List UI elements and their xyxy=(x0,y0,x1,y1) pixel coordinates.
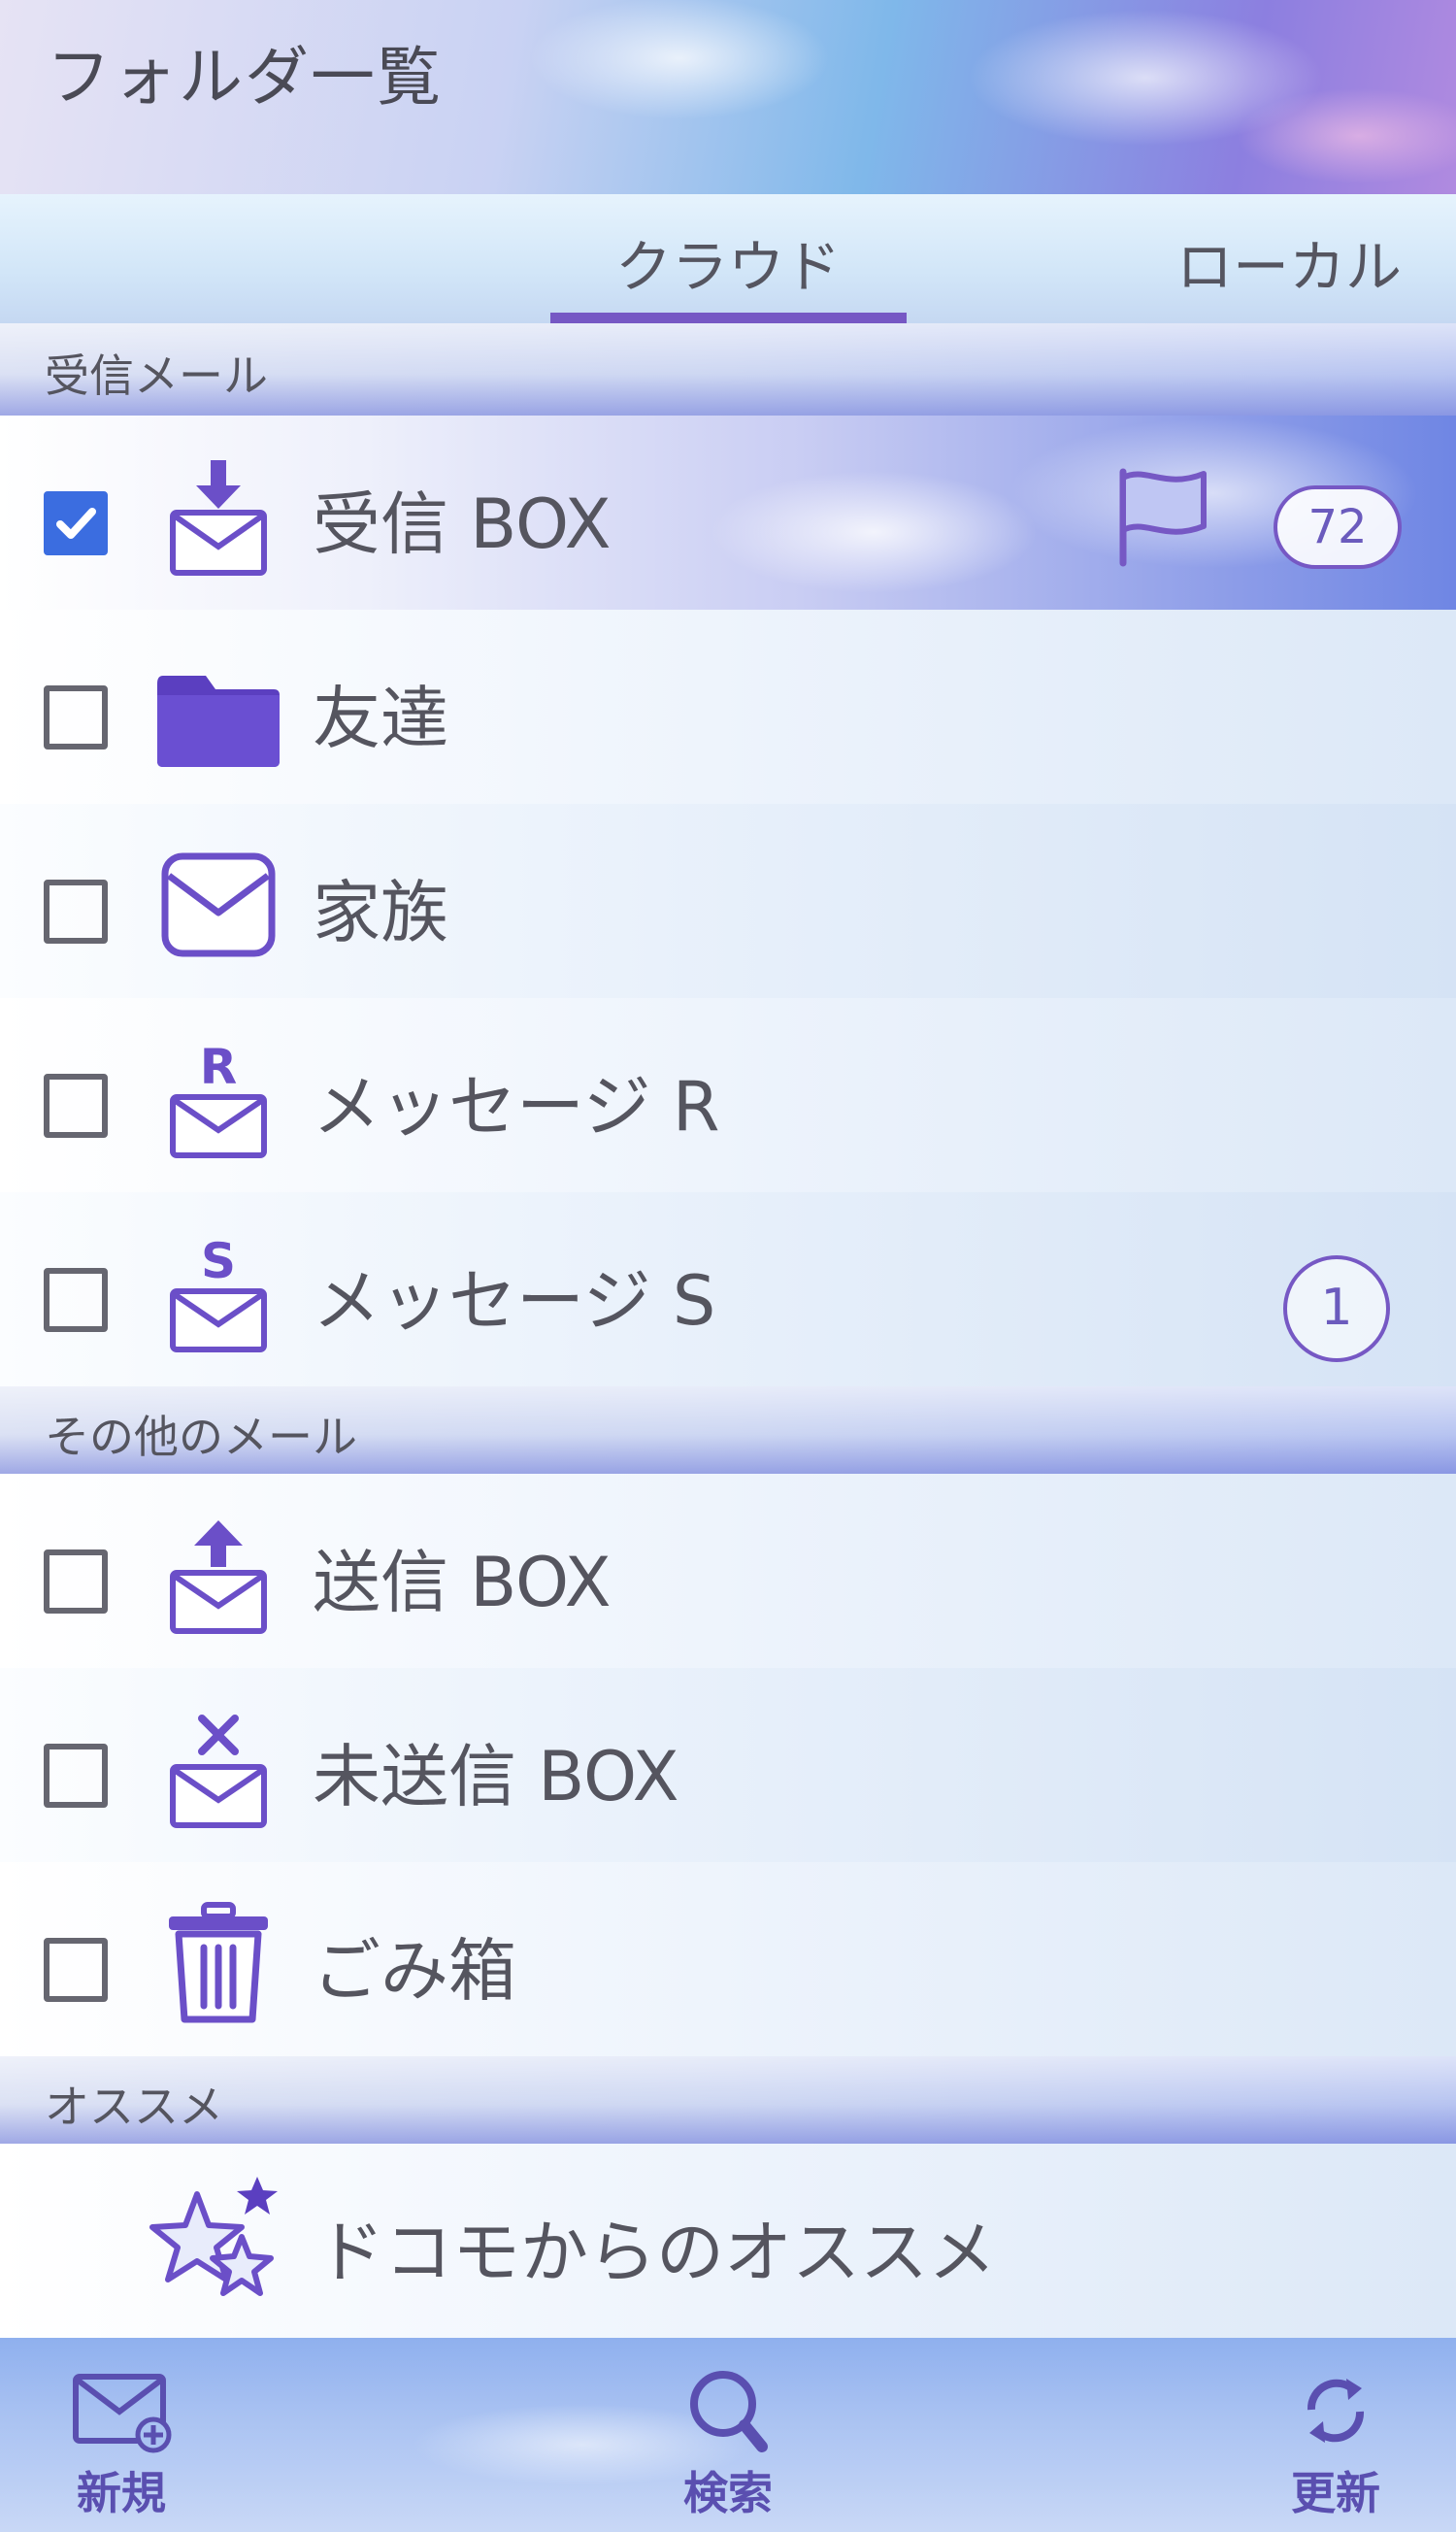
checkbox[interactable] xyxy=(44,1744,108,1808)
tab-cloud[interactable]: クラウド xyxy=(615,221,841,303)
tab-local[interactable]: ローカル xyxy=(1176,221,1402,303)
folder-label: ごみ箱 xyxy=(313,1931,516,2011)
folder-row-inbox[interactable]: 受信 BOX 72 xyxy=(0,416,1456,610)
folder-row-unsent[interactable]: 未送信 BOX xyxy=(0,1668,1456,1862)
section-label: その他のメール xyxy=(45,1411,357,1463)
nav-label: 更新 xyxy=(1291,2467,1380,2519)
refresh-icon xyxy=(1307,2379,1365,2443)
bottom-nav: 新規 検索 更新 xyxy=(0,2338,1456,2532)
folder-row-message-s[interactable]: S メッセージ S 1 xyxy=(0,1192,1456,1386)
folder-row-trash[interactable]: ごみ箱 xyxy=(0,1862,1456,2056)
folder-label: メッセージ S xyxy=(313,1261,716,1341)
checkbox[interactable] xyxy=(44,1268,108,1332)
folder-label: 未送信 BOX xyxy=(313,1737,679,1816)
search-icon xyxy=(690,2371,768,2452)
checkbox[interactable] xyxy=(44,1074,108,1138)
page-title: フォルダ一覧 xyxy=(47,40,443,115)
unsent-icon xyxy=(155,1707,281,1833)
checkbox[interactable] xyxy=(44,491,108,555)
section-header-other: その他のメール xyxy=(0,1386,1456,1474)
folder-label: メッセージ R xyxy=(313,1067,720,1147)
folder-row-message-r[interactable]: R メッセージ R xyxy=(0,998,1456,1192)
nav-new-button[interactable]: 新規 xyxy=(34,2367,209,2522)
checkbox[interactable] xyxy=(44,1549,108,1614)
folder-row-friends[interactable]: 友達 xyxy=(0,610,1456,804)
nav-search-button[interactable]: 検索 xyxy=(641,2367,815,2522)
folder-icon xyxy=(155,649,281,775)
app-header: フォルダ一覧 xyxy=(0,0,1456,194)
section-label: オススメ xyxy=(45,2081,223,2133)
folder-label: 友達 xyxy=(313,679,448,758)
svg-text:S: S xyxy=(201,1233,236,1289)
tab-bar: クラウド ローカル xyxy=(0,194,1456,323)
checkbox[interactable] xyxy=(44,685,108,750)
outbox-upload-icon xyxy=(155,1513,281,1639)
nav-refresh-button[interactable]: 更新 xyxy=(1248,2367,1423,2522)
new-mail-icon xyxy=(73,2374,172,2453)
active-tab-indicator xyxy=(550,313,907,323)
checkbox[interactable] xyxy=(44,880,108,944)
section-label: 受信メール xyxy=(45,350,268,402)
section-header-received: 受信メール xyxy=(0,323,1456,416)
unread-count-badge: 72 xyxy=(1274,485,1402,569)
section-header-recommend: オススメ xyxy=(0,2056,1456,2144)
recommend-row-docomo[interactable]: ドコモからのオススメ xyxy=(0,2144,1456,2338)
folder-label: 家族 xyxy=(313,873,448,952)
svg-text:R: R xyxy=(200,1039,238,1095)
trash-icon xyxy=(155,1901,281,2027)
folder-label: 送信 BOX xyxy=(313,1543,612,1622)
folder-row-family[interactable]: 家族 xyxy=(0,804,1456,998)
message-s-icon: S xyxy=(155,1231,281,1357)
unread-count-badge: 1 xyxy=(1283,1255,1390,1362)
nav-label: 新規 xyxy=(77,2467,166,2519)
envelope-icon xyxy=(155,843,281,969)
folder-row-outbox[interactable]: 送信 BOX xyxy=(0,1474,1456,1668)
inbox-download-icon xyxy=(155,454,281,581)
nav-label: 検索 xyxy=(683,2467,773,2519)
checkbox[interactable] xyxy=(44,1938,108,2002)
folder-label: 受信 BOX xyxy=(313,484,612,564)
message-r-icon: R xyxy=(155,1037,281,1163)
stars-icon xyxy=(141,2173,296,2318)
flag-icon[interactable] xyxy=(1111,466,1213,568)
recommend-label: ドコモからのオススメ xyxy=(316,2213,996,2292)
